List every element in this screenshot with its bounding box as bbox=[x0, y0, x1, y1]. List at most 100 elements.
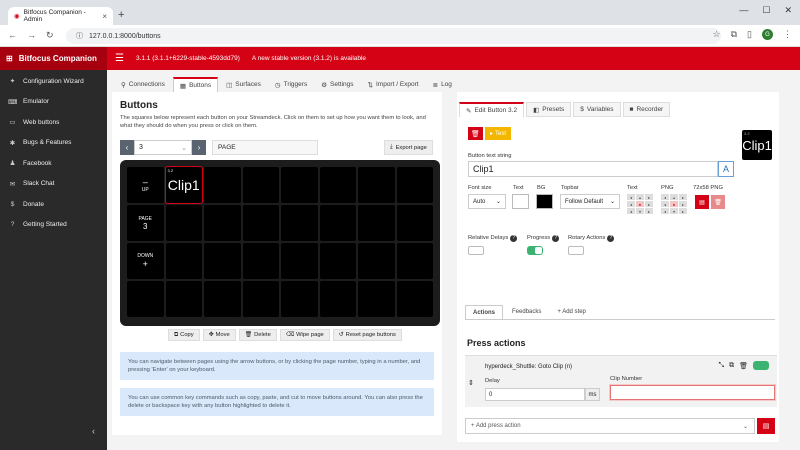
duplicate-icon[interactable]: ⧉ bbox=[729, 362, 734, 370]
url-bar[interactable]: ⓘ 127.0.0.1:8000/buttons bbox=[66, 28, 721, 44]
tab-edit-button[interactable]: ✎ Edit Button 3.2 bbox=[459, 102, 525, 117]
page-name-input[interactable]: PAGE bbox=[212, 140, 318, 155]
align-top-left[interactable]: ◂ bbox=[627, 194, 635, 200]
sidebar-item-facebook[interactable]: ♟ Facebook bbox=[0, 153, 107, 174]
grid-button[interactable] bbox=[319, 205, 356, 241]
tab-log[interactable]: ≣ Log bbox=[427, 77, 458, 92]
grid-button[interactable] bbox=[281, 205, 318, 241]
next-page-button[interactable]: › bbox=[192, 140, 206, 155]
align-middle-center[interactable]: ● bbox=[636, 201, 644, 207]
copy-button[interactable]: ⧉ Copy bbox=[168, 329, 200, 341]
clip-number-input[interactable] bbox=[610, 385, 775, 400]
png-align-bottom-right[interactable]: ▸ bbox=[679, 208, 687, 214]
prev-page-button[interactable]: ‹ bbox=[120, 140, 134, 155]
grid-button[interactable] bbox=[358, 281, 395, 317]
help-icon[interactable]: ? bbox=[607, 235, 615, 242]
close-tab-icon[interactable]: × bbox=[102, 12, 107, 21]
sidepanel-icon[interactable]: ▯ bbox=[747, 29, 752, 40]
sidebar-item-emulator[interactable]: ⌨ Emulator bbox=[0, 92, 107, 113]
minimize-icon[interactable]: — bbox=[739, 5, 748, 16]
export-page-button[interactable]: ⤓ Export page bbox=[384, 140, 433, 155]
trash-icon[interactable]: 🗑 bbox=[711, 195, 725, 209]
png-align-middle-left[interactable]: ◂ bbox=[661, 201, 669, 207]
png-align-top-center[interactable]: ▴ bbox=[670, 194, 678, 200]
grid-button[interactable] bbox=[396, 205, 433, 241]
tab-buttons[interactable]: ▦ Buttons bbox=[172, 77, 219, 92]
sidebar-item-donate[interactable]: $ Donate bbox=[0, 194, 107, 215]
brand[interactable]: ⊞ Bitfocus Companion bbox=[0, 47, 107, 70]
button-text-input[interactable]: Clip1 bbox=[468, 161, 718, 177]
sidebar-item-getting-started[interactable]: ? Getting Started bbox=[0, 215, 107, 236]
grid-button[interactable] bbox=[396, 281, 433, 317]
tab-import-export[interactable]: ⇅ Import / Export bbox=[362, 77, 425, 92]
grid-button[interactable] bbox=[281, 281, 318, 317]
grid-button[interactable] bbox=[165, 243, 202, 279]
folder-open-icon[interactable]: ▤ bbox=[695, 195, 709, 209]
png-align-top-right[interactable]: ▸ bbox=[679, 194, 687, 200]
test-button[interactable]: ▸ Test bbox=[485, 127, 512, 140]
grid-button[interactable] bbox=[396, 243, 433, 279]
reorder-handle-icon[interactable]: ⇕ bbox=[468, 379, 474, 387]
grid-button-up[interactable]: – UP bbox=[127, 167, 164, 203]
grid-button[interactable] bbox=[281, 243, 318, 279]
grid-button[interactable] bbox=[204, 281, 241, 317]
font-size-select[interactable]: Auto ⌄ bbox=[468, 194, 506, 209]
action-enabled-toggle[interactable] bbox=[753, 361, 769, 370]
move-button[interactable]: ✥ Move bbox=[202, 329, 236, 341]
close-window-icon[interactable]: ✕ bbox=[784, 5, 792, 16]
bookmark-star-icon[interactable]: ☆ bbox=[713, 29, 721, 40]
sidebar-item-configuration-wizard[interactable]: ✦ Configuration Wizard bbox=[0, 71, 107, 92]
align-bottom-center[interactable]: ▾ bbox=[636, 208, 644, 214]
info-icon[interactable]: ⓘ bbox=[76, 31, 83, 41]
menu-kebab-icon[interactable]: ⋮ bbox=[783, 29, 792, 40]
wipe-page-button[interactable]: ⌫ Wipe page bbox=[279, 329, 330, 341]
trash-icon[interactable]: 🗑 bbox=[739, 362, 748, 370]
grid-button[interactable] bbox=[242, 281, 279, 317]
collapse-icon[interactable]: ⤡ bbox=[719, 362, 725, 370]
png-align-bottom-center[interactable]: ▾ bbox=[670, 208, 678, 214]
tab-actions[interactable]: Actions bbox=[465, 305, 504, 319]
grid-button[interactable] bbox=[319, 281, 356, 317]
tab-feedbacks[interactable]: Feedbacks bbox=[505, 305, 548, 319]
hamburger-menu-icon[interactable]: ☰ bbox=[115, 53, 124, 64]
grid-button[interactable] bbox=[319, 167, 356, 203]
browser-tab[interactable]: ◉ Bitfocus Companion - Admin × bbox=[8, 7, 113, 25]
grid-button[interactable] bbox=[358, 243, 395, 279]
tab-recorder[interactable]: ■ Recorder bbox=[622, 102, 671, 117]
png-align-bottom-left[interactable]: ◂ bbox=[661, 208, 669, 214]
bg-color-swatch[interactable] bbox=[536, 194, 553, 209]
grid-button[interactable] bbox=[127, 281, 164, 317]
grid-button[interactable] bbox=[358, 167, 395, 203]
align-top-center[interactable]: ▴ bbox=[636, 194, 644, 200]
delete-button[interactable]: 🗑 Delete bbox=[238, 329, 277, 341]
tab-variables[interactable]: $ Variables bbox=[573, 102, 621, 117]
sidebar-item-bugs-features[interactable]: ✱ Bugs & Features bbox=[0, 133, 107, 154]
grid-button[interactable] bbox=[204, 205, 241, 241]
grid-button[interactable] bbox=[165, 205, 202, 241]
page-number-select[interactable]: 3 ⌄ bbox=[134, 140, 192, 155]
grid-button[interactable] bbox=[165, 281, 202, 317]
grid-button-selected[interactable]: 3.2 Clip1 bbox=[164, 166, 203, 204]
align-middle-right[interactable]: ▸ bbox=[645, 201, 653, 207]
png-align-middle-center[interactable]: ● bbox=[670, 201, 678, 207]
png-align-middle-right[interactable]: ▸ bbox=[679, 201, 687, 207]
sidebar-item-slack-chat[interactable]: ✉ Slack Chat bbox=[0, 174, 107, 195]
profile-avatar[interactable]: G bbox=[762, 29, 773, 40]
forward-icon[interactable]: → bbox=[27, 30, 36, 41]
tab-triggers[interactable]: ◷ Triggers bbox=[269, 77, 313, 92]
delay-input[interactable]: 0 bbox=[485, 388, 585, 401]
help-icon[interactable]: ? bbox=[552, 235, 560, 242]
grid-button[interactable] bbox=[204, 167, 241, 203]
topbar-select[interactable]: Follow Default ⌄ bbox=[560, 194, 620, 209]
collapse-sidebar-icon[interactable]: ‹ bbox=[92, 426, 95, 436]
progress-toggle[interactable] bbox=[527, 246, 543, 255]
back-icon[interactable]: ← bbox=[8, 30, 17, 41]
png-align-top-left[interactable]: ◂ bbox=[661, 194, 669, 200]
align-bottom-right[interactable]: ▸ bbox=[645, 208, 653, 214]
grid-button[interactable] bbox=[204, 243, 241, 279]
align-top-right[interactable]: ▸ bbox=[645, 194, 653, 200]
grid-button[interactable] bbox=[242, 205, 279, 241]
grid-button-page[interactable]: PAGE 3 bbox=[127, 205, 164, 241]
add-action-folder-button[interactable]: ▤ bbox=[757, 418, 775, 434]
add-step-button[interactable]: + Add step bbox=[550, 305, 593, 319]
